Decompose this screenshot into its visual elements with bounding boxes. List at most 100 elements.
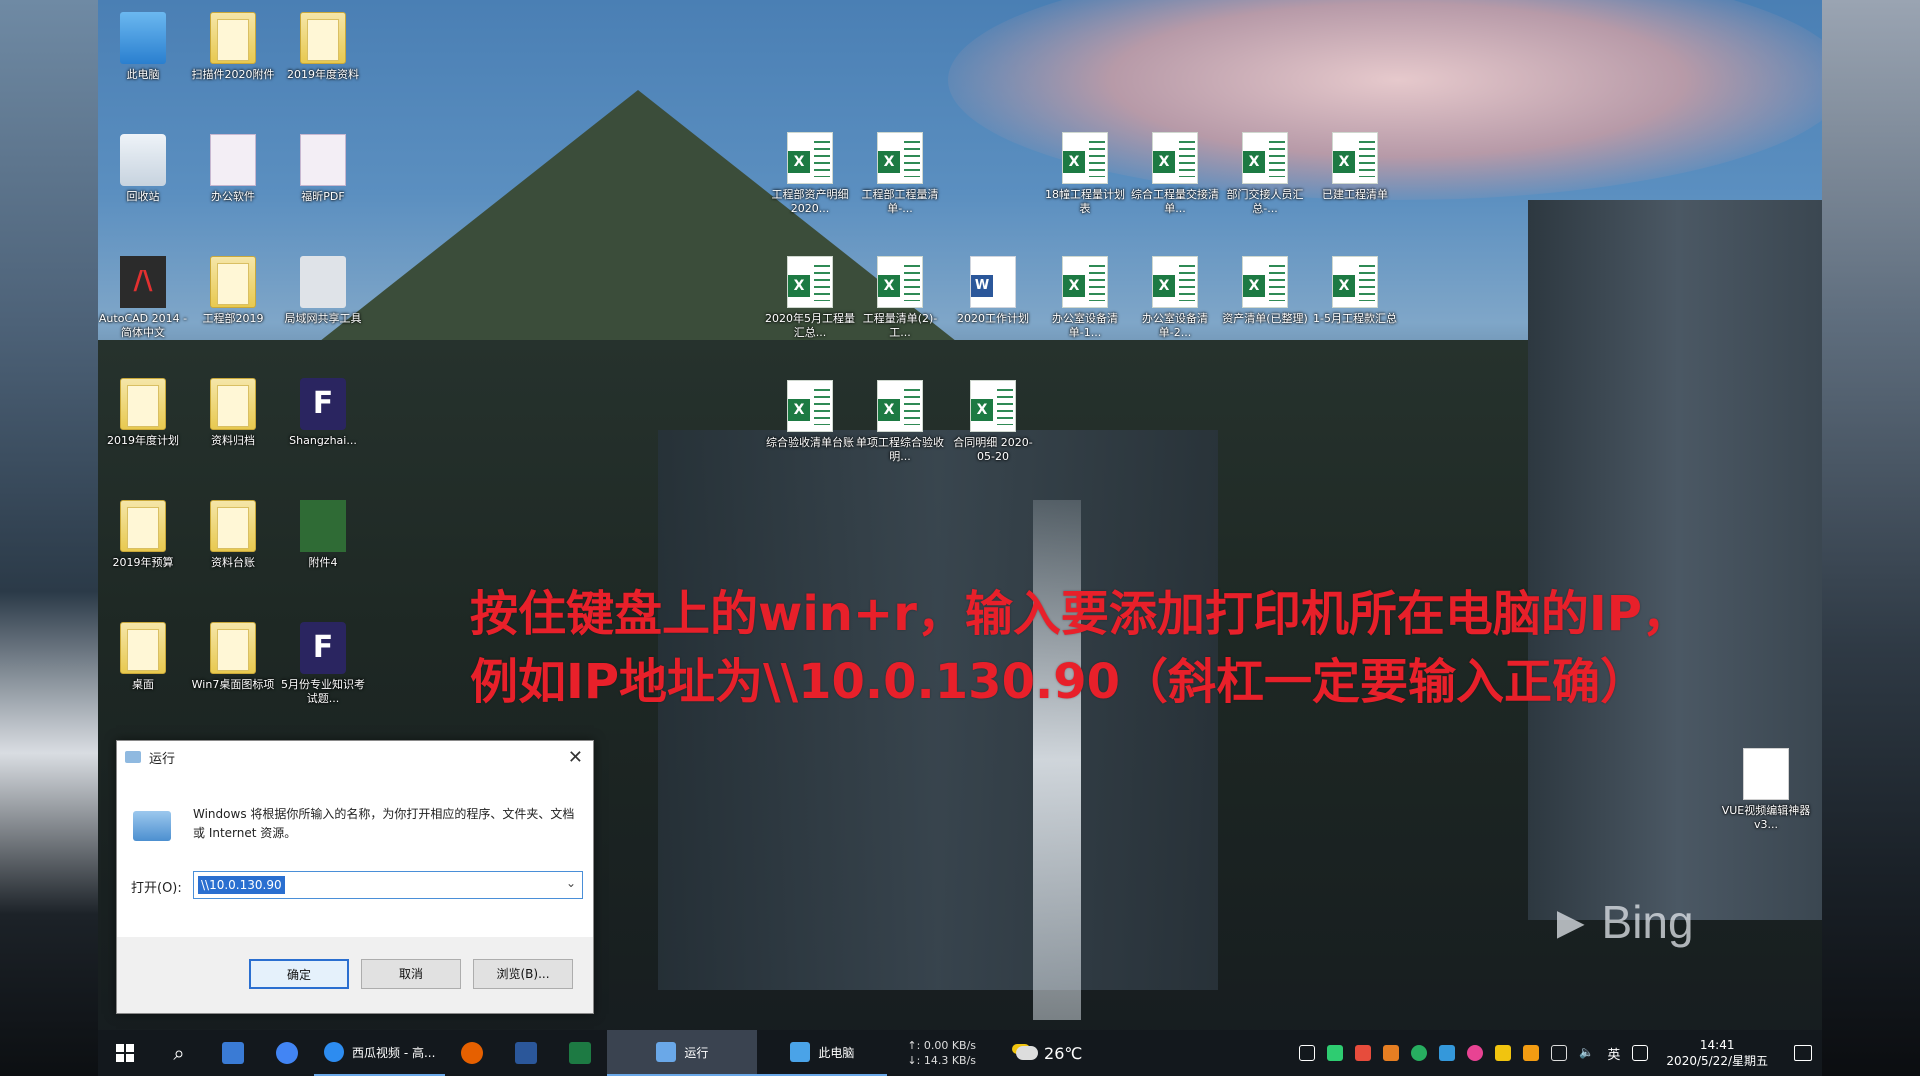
pc-icon	[120, 12, 166, 64]
file-icon-11[interactable]: 资产清单(已整理)	[1220, 256, 1310, 326]
system-tray: 🔈 英 14:41 2020/5/22/星期五	[1299, 1037, 1822, 1069]
file-icon-2[interactable]: 18幢工程量计划表	[1040, 132, 1130, 216]
excel-icon	[787, 380, 833, 432]
file-icon-9[interactable]: 办公室设备清单-1...	[1040, 256, 1130, 340]
desktop-icon-12[interactable]: 2019年预算	[98, 500, 188, 570]
file-icon-4[interactable]: 部门交接人员汇总-...	[1220, 132, 1310, 216]
app-tray-icon[interactable]	[1383, 1045, 1400, 1061]
desktop-icon-label: 2020年5月工程量汇总...	[765, 312, 855, 339]
ime-icon[interactable]	[1632, 1045, 1649, 1061]
desktop-icon-8[interactable]: 局域网共享工具	[278, 256, 368, 326]
network-icon[interactable]	[1551, 1045, 1568, 1061]
chevron-down-icon[interactable]: ⌄	[566, 876, 576, 890]
shield-icon[interactable]	[1327, 1045, 1344, 1061]
file-icon-1[interactable]: 工程部工程量清单-...	[855, 132, 945, 216]
computer-icon	[790, 1042, 811, 1062]
wechat-icon[interactable]	[1411, 1045, 1428, 1061]
language-indicator[interactable]: 英	[1607, 1044, 1620, 1063]
recycle-icon	[120, 134, 166, 186]
desktop-icon-10[interactable]: 资料归档	[188, 378, 278, 448]
folder-tray-icon[interactable]	[1495, 1045, 1512, 1061]
file-icon-10[interactable]: 办公室设备清单-2...	[1130, 256, 1220, 340]
close-icon[interactable]: ✕	[568, 747, 583, 768]
desktop-icon-17[interactable]: 5月份专业知识考试题...	[278, 622, 368, 706]
volume-icon[interactable]: 🔈	[1579, 1045, 1595, 1061]
folder-icon	[210, 12, 256, 64]
video-side-left	[0, 0, 98, 1076]
xigua-icon	[324, 1042, 344, 1062]
open-input[interactable]: \\10.0.130.90 ⌄	[193, 871, 583, 899]
file-icon-8[interactable]: 2020工作计划	[948, 256, 1038, 326]
excel-icon	[1332, 256, 1378, 308]
file-icon-15[interactable]: 合同明细 2020-05-20	[948, 380, 1038, 464]
app-tray-icon[interactable]	[1467, 1045, 1484, 1061]
desktop-icon-6[interactable]: AutoCAD 2014 - 简体中文	[98, 256, 188, 340]
folder-icon	[210, 378, 256, 430]
desktop-icon-14[interactable]: 附件4	[278, 500, 368, 570]
desktop-icon-label: 回收站	[126, 190, 160, 203]
excel-icon	[970, 380, 1016, 432]
desktop-icon-9[interactable]: 2019年度计划	[98, 378, 188, 448]
open-input-value[interactable]: \\10.0.130.90	[198, 876, 285, 894]
chrome-icon[interactable]	[260, 1030, 314, 1076]
browse-button[interactable]: 浏览(B)...	[473, 959, 573, 989]
desktop-icon-label: 18幢工程量计划表	[1045, 188, 1125, 215]
desktop-icon-label: 办公软件	[211, 190, 255, 203]
file-icon-3[interactable]: 综合工程量交接清单...	[1130, 132, 1220, 216]
desktop-icon-13[interactable]: 资料台账	[188, 500, 278, 570]
desktop-icon-0[interactable]: 此电脑	[98, 12, 188, 82]
file-icon-0[interactable]: 工程部资产明细2020...	[765, 132, 855, 216]
desktop-icon-1[interactable]: 扫描件2020附件	[188, 12, 278, 82]
desktop-icon-16[interactable]: Win7桌面图标项	[188, 622, 278, 692]
weather-widget[interactable]: 26℃	[1016, 1044, 1082, 1063]
word-icon[interactable]	[499, 1030, 553, 1076]
desktop-icon-3[interactable]: 回收站	[98, 134, 188, 204]
weather-icon	[1016, 1046, 1039, 1060]
input-method-icon[interactable]	[1299, 1045, 1316, 1061]
notification-icon[interactable]	[1794, 1045, 1812, 1061]
desktop-icon-7[interactable]: 工程部2019	[188, 256, 278, 326]
task-view-icon[interactable]	[206, 1030, 260, 1076]
run-dialog-titlebar[interactable]: 运行	[117, 741, 593, 773]
file-icon	[1743, 748, 1789, 800]
folder-icon	[210, 622, 256, 674]
bing-logo-icon: ►	[1548, 896, 1594, 948]
file-icon-13[interactable]: 综合验收清单台账	[765, 380, 855, 450]
taskbar-app-thispc[interactable]: 此电脑	[757, 1030, 888, 1076]
run-dialog: 运行 ✕ Windows 将根据你所输入的名称，为你打开相应的程序、文件夹、文档…	[116, 740, 594, 1014]
ok-button[interactable]: 确定	[249, 959, 349, 989]
desktop-icon-label: 2020工作计划	[957, 312, 1029, 325]
doc-icon	[300, 134, 346, 186]
desktop-icon-5[interactable]: 福昕PDF	[278, 134, 368, 204]
file-icon-6[interactable]: 2020年5月工程量汇总...	[765, 256, 855, 340]
app-icon	[300, 378, 346, 430]
taskbar-app-run[interactable]: 运行	[607, 1030, 758, 1076]
open-label: 打开(O):	[131, 881, 182, 896]
start-button[interactable]	[98, 1030, 152, 1076]
desktop-icon-label: 资产清单(已整理)	[1222, 312, 1308, 325]
firefox-icon[interactable]	[445, 1030, 499, 1076]
cancel-button[interactable]: 取消	[361, 959, 461, 989]
run-icon	[125, 751, 141, 763]
file-icon-5[interactable]: 已建工程清单	[1310, 132, 1400, 202]
app-tray-icon[interactable]	[1439, 1045, 1456, 1061]
excel-icon	[1242, 132, 1288, 184]
shield-tray-icon[interactable]	[1523, 1045, 1540, 1061]
file-icon-12[interactable]: 1-5月工程款汇总	[1310, 256, 1400, 326]
desktop-icon-vue[interactable]: VUE视频编辑神器 v3...	[1716, 748, 1816, 832]
app-tray-icon[interactable]	[1355, 1045, 1372, 1061]
app-icon	[300, 622, 346, 674]
clock[interactable]: 14:41 2020/5/22/星期五	[1666, 1037, 1768, 1069]
desktop-icon-label: 部门交接人员汇总-...	[1226, 188, 1304, 215]
desktop-icon-4[interactable]: 办公软件	[188, 134, 278, 204]
network-speed: ↑: 0.00 KB/s ↓: 14.3 KB/s	[907, 1039, 977, 1067]
file-icon-7[interactable]: 工程量清单(2)-工...	[855, 256, 945, 340]
taskbar-app-xigua[interactable]: 西瓜视频 - 高...	[314, 1030, 446, 1076]
search-icon[interactable]: ⌕	[152, 1030, 206, 1076]
desktop-icon-15[interactable]: 桌面	[98, 622, 188, 692]
desktop-icon-11[interactable]: Shangzhai...	[278, 378, 368, 448]
desktop-icon-2[interactable]: 2019年度资料	[278, 12, 368, 82]
excel-icon[interactable]	[553, 1030, 607, 1076]
file-icon-14[interactable]: 单项工程综合验收明...	[855, 380, 945, 464]
excel-icon	[1332, 132, 1378, 184]
